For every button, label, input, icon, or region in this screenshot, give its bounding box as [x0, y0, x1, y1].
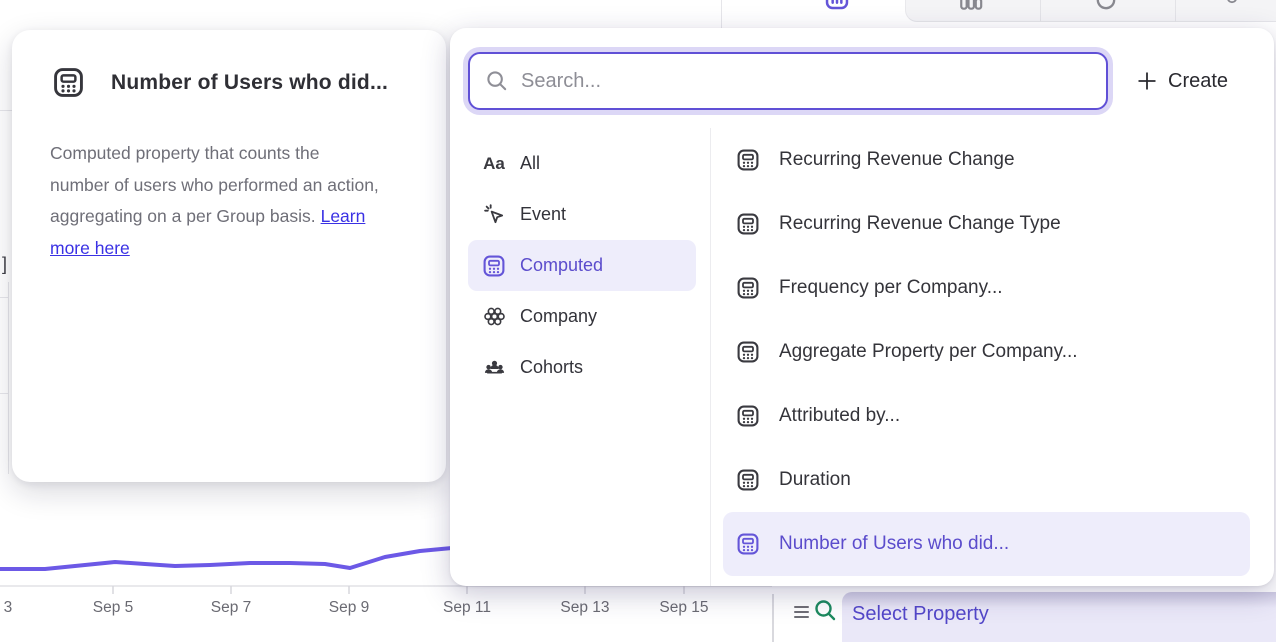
calculator-icon — [735, 404, 761, 428]
calculator-icon — [735, 212, 761, 236]
bg-bracket-fragment: ] — [2, 254, 7, 275]
property-item[interactable]: Recurring Revenue Change Type — [723, 192, 1250, 256]
category-item-company[interactable]: Company — [468, 291, 696, 342]
svg-text:Sep 5: Sep 5 — [93, 599, 134, 616]
calculator-icon — [52, 66, 85, 99]
calculator-icon — [735, 468, 761, 492]
bg-panel-border — [721, 0, 722, 28]
category-item-all[interactable]: Aa All — [468, 138, 696, 189]
category-item-event[interactable]: Event — [468, 189, 696, 240]
svg-text:Sep 11: Sep 11 — [443, 599, 491, 616]
tab-retention[interactable] — [1041, 0, 1175, 22]
calculator-icon — [735, 532, 761, 556]
query-panel-border — [772, 594, 774, 642]
tooltip-title: Number of Users who did... — [111, 71, 388, 95]
select-property-label: Select Property — [852, 603, 989, 626]
text-format-icon: Aa — [482, 154, 506, 174]
calculator-icon — [735, 148, 761, 172]
property-list: Recurring Revenue Change Recurring Reven… — [711, 128, 1274, 586]
search-icon — [486, 70, 509, 93]
calculator-icon — [482, 254, 506, 278]
bg-row-border — [0, 393, 8, 394]
svg-text:Sep 9: Sep 9 — [329, 599, 370, 616]
property-item[interactable]: Attributed by... — [723, 384, 1250, 448]
picker-body: Aa All Event Computed Company Cohorts Re… — [450, 128, 1274, 586]
retention-cycle-icon — [1092, 0, 1120, 14]
property-picker-panel: Create Aa All Event Computed Company Coh… — [450, 28, 1274, 586]
screen: ] — [0, 0, 1276, 642]
calculator-icon — [735, 340, 761, 364]
search-field[interactable] — [468, 52, 1108, 110]
property-item[interactable]: Frequency per Company... — [723, 256, 1250, 320]
search-icon — [814, 599, 838, 623]
cohorts-people-icon — [482, 356, 506, 379]
svg-text:Sep 13: Sep 13 — [560, 599, 609, 616]
tab-flows[interactable] — [1176, 0, 1276, 22]
select-property-field[interactable]: Select Property — [842, 592, 1276, 642]
plus-icon — [1136, 70, 1158, 92]
drag-handle-icon[interactable] — [794, 606, 809, 618]
svg-text:Sep 3: Sep 3 — [0, 599, 12, 616]
search-input[interactable] — [509, 70, 1106, 93]
tab-insights[interactable] — [770, 0, 905, 25]
category-item-cohorts[interactable]: Cohorts — [468, 342, 696, 393]
property-tooltip-card: Number of Users who did... Computed prop… — [12, 30, 446, 482]
bg-header-border — [0, 110, 12, 111]
company-cluster-icon — [482, 305, 506, 328]
event-click-icon — [482, 203, 506, 226]
category-sidebar: Aa All Event Computed Company Cohorts — [450, 128, 710, 586]
svg-text:Sep 15: Sep 15 — [659, 599, 708, 616]
property-item[interactable]: Number of Users who did... — [723, 512, 1250, 576]
tooltip-description: Computed property that counts the number… — [50, 138, 420, 264]
report-tab-bar — [770, 0, 1276, 25]
bg-row-border — [0, 297, 8, 298]
flows-node-icon — [1224, 0, 1240, 8]
tab-funnels[interactable] — [906, 0, 1040, 22]
svg-text:Sep 7: Sep 7 — [211, 599, 252, 616]
category-item-computed[interactable]: Computed — [468, 240, 696, 291]
property-item[interactable]: Recurring Revenue Change — [723, 128, 1250, 192]
funnels-bars-icon — [958, 0, 984, 13]
create-button-label: Create — [1168, 70, 1228, 93]
create-button[interactable]: Create — [1136, 52, 1228, 110]
property-item[interactable]: Aggregate Property per Company... — [723, 320, 1250, 384]
bg-panel-border — [8, 282, 9, 474]
property-item[interactable]: Duration — [723, 448, 1250, 512]
calculator-icon — [735, 276, 761, 300]
insights-chart-icon — [824, 0, 850, 11]
